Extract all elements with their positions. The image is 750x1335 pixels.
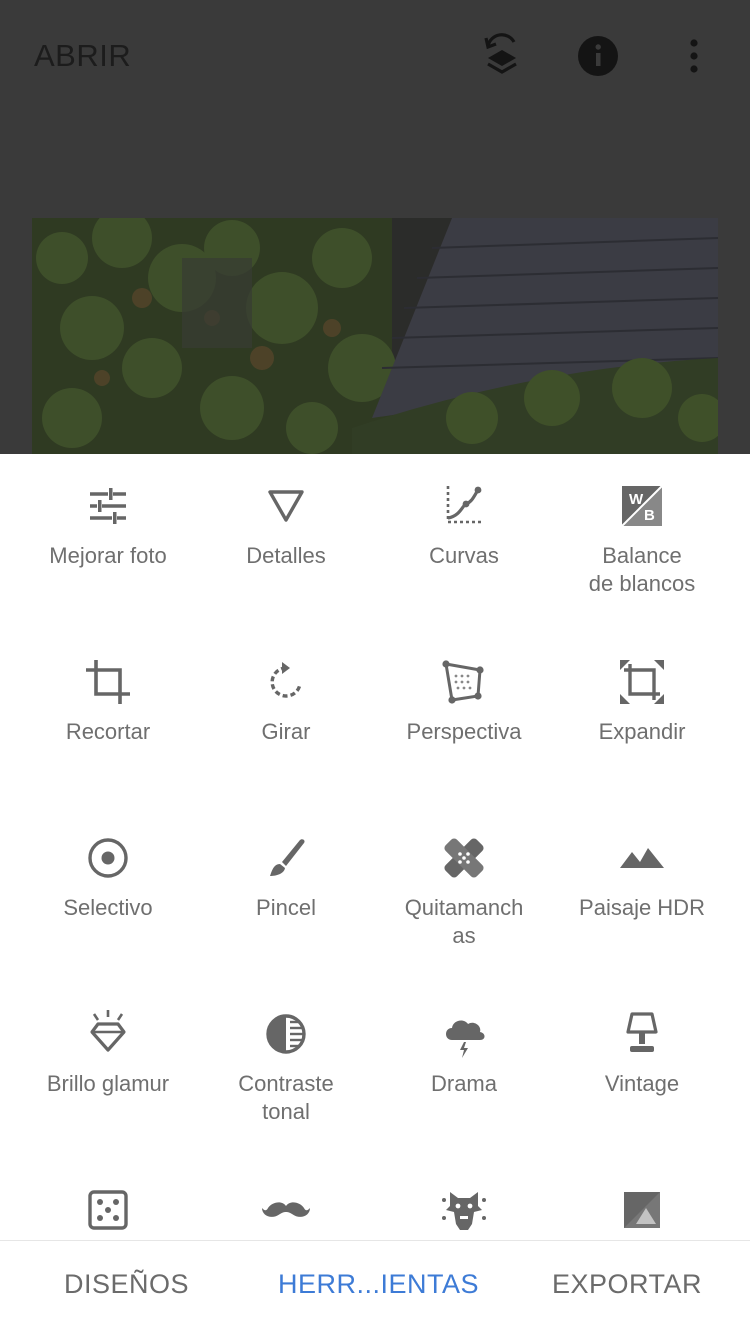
black-white-icon	[616, 1184, 668, 1236]
tool-label: Vintage	[604, 1071, 680, 1096]
svg-text:W: W	[629, 491, 644, 508]
open-button[interactable]: ABRIR	[34, 38, 131, 74]
tool-label: Paisaje HDR	[579, 895, 705, 920]
tonal-contrast-icon	[260, 1008, 312, 1060]
tool-drama[interactable]: Drama	[375, 1008, 553, 1098]
glamour-glow-icon	[82, 1008, 134, 1060]
triangle-details-icon	[260, 480, 312, 532]
vintage-lamp-icon	[616, 1008, 668, 1060]
tool-label: Selectivo	[63, 895, 153, 920]
svg-text:B: B	[644, 507, 655, 524]
hdr-landscape-icon	[616, 832, 668, 884]
tool-black-white[interactable]	[553, 1184, 731, 1240]
tool-label: Recortar	[65, 719, 151, 744]
bottom-tab-bar: DISEÑOS HERR...IENTAS EXPORTAR	[0, 1240, 750, 1335]
curves-icon	[438, 480, 490, 532]
tune-sliders-icon	[82, 480, 134, 532]
tool-label: Mejorar foto	[49, 543, 167, 568]
tool-expandir[interactable]: Expandir	[553, 656, 731, 746]
white-balance-icon: W B	[616, 480, 668, 532]
brush-icon	[260, 832, 312, 884]
tool-label: Girar	[261, 719, 311, 744]
expand-icon	[616, 656, 668, 708]
tab-export[interactable]: EXPORTAR	[552, 1269, 702, 1300]
tool-label: Brillo glamur	[46, 1071, 170, 1096]
rotate-icon	[260, 656, 312, 708]
tool-label: Expandir	[598, 719, 686, 744]
selective-icon	[82, 832, 134, 884]
tool-label: Detalles	[246, 543, 326, 568]
tool-label: Perspectiva	[406, 719, 522, 744]
dimmed-photo-area: ABRIR	[0, 0, 750, 454]
drama-cloud-icon	[438, 1008, 490, 1060]
tool-paisaje-hdr[interactable]: Paisaje HDR	[553, 832, 731, 922]
tool-pincel[interactable]: Pincel	[197, 832, 375, 922]
tool-selectivo[interactable]: Selectivo	[19, 832, 197, 922]
tool-detalles[interactable]: Detalles	[197, 480, 375, 570]
tool-mustache[interactable]	[197, 1184, 375, 1240]
healing-icon	[438, 832, 490, 884]
tool-contraste-tonal[interactable]: Contraste tonal	[197, 1008, 375, 1126]
mustache-icon	[260, 1184, 312, 1236]
tool-curvas[interactable]: Curvas	[375, 480, 553, 570]
tool-balance-blancos[interactable]: W B Balance de blancos	[553, 480, 731, 598]
grunge-icon	[438, 1184, 490, 1236]
info-icon[interactable]	[574, 32, 622, 80]
crop-icon	[82, 656, 134, 708]
perspective-icon	[438, 656, 490, 708]
tool-label: Balance de blancos	[588, 543, 696, 596]
layers-history-icon[interactable]	[478, 32, 526, 80]
tool-grunge[interactable]	[375, 1184, 553, 1240]
tab-tools[interactable]: HERR...IENTAS	[278, 1269, 479, 1300]
top-header: ABRIR	[0, 0, 750, 112]
photo-preview	[32, 218, 718, 454]
tool-mejorar-foto[interactable]: Mejorar foto	[19, 480, 197, 570]
tool-brillo-glamur[interactable]: Brillo glamur	[19, 1008, 197, 1098]
tool-perspectiva[interactable]: Perspectiva	[375, 656, 553, 746]
tool-label: Curvas	[429, 543, 499, 568]
more-vert-icon[interactable]	[670, 32, 718, 80]
tool-label: Contraste tonal	[238, 1071, 334, 1124]
tool-label: Quitamanch as	[404, 895, 524, 948]
tool-label: Pincel	[256, 895, 316, 920]
grainy-film-icon	[82, 1184, 134, 1236]
tool-grainy-film[interactable]	[19, 1184, 197, 1240]
tool-girar[interactable]: Girar	[197, 656, 375, 746]
tool-vintage[interactable]: Vintage	[553, 1008, 731, 1098]
tool-label: Drama	[430, 1071, 497, 1096]
tab-designs[interactable]: DISEÑOS	[64, 1269, 189, 1300]
tool-recortar[interactable]: Recortar	[19, 656, 197, 746]
tools-grid: Mejorar foto Detalles Curvas W B Balance…	[0, 454, 750, 1240]
tool-quitamanchas[interactable]: Quitamanch as	[375, 832, 553, 950]
